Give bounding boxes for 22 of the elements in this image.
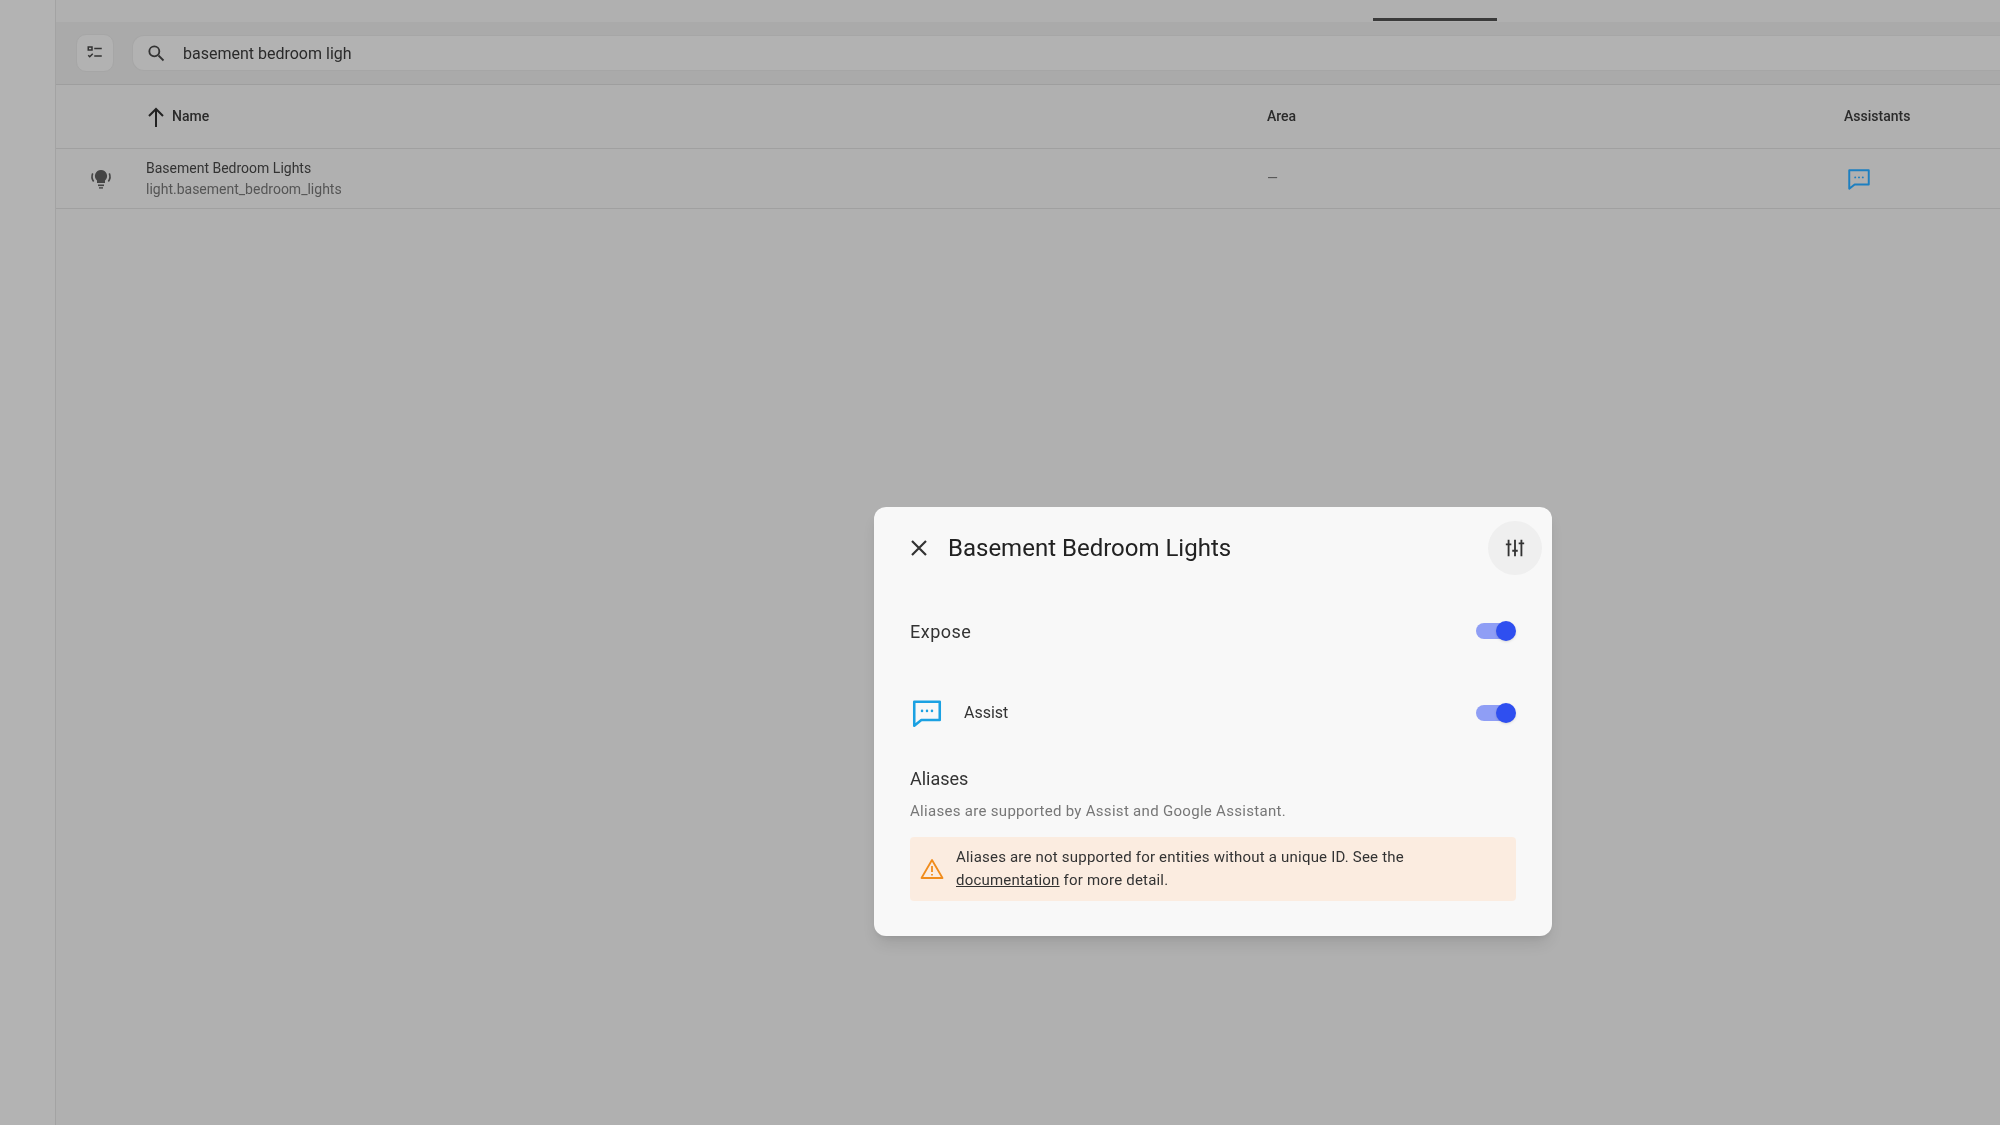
column-header[interactable]: Assistants [1844,106,1911,127]
column-header[interactable]: Area [1267,106,1297,127]
dialog-title: Basement Bedroom Lights [948,533,1233,564]
entity-name: Basement Bedroom Lights [146,158,313,178]
aliases-heading: Aliases [910,767,970,791]
sliders-icon [1504,537,1526,559]
expose-label: Expose [910,619,972,644]
filter-button[interactable] [76,34,114,72]
warning-icon [920,857,944,880]
close-icon [909,538,929,558]
entity-id: light.basement_bedroom_lights [146,179,343,199]
search-icon [146,43,166,63]
column-header[interactable]: Name [172,106,210,127]
toggle-switch[interactable] [1474,620,1516,642]
warning-text: Aliases are not supported for entities without a unique ID. See the documentation for more detail. [956,846,1404,891]
assistant-label: Assist [964,702,1010,724]
documentation-link[interactable]: documentation [956,870,1060,889]
lightbulb-icon [89,167,113,190]
search-field[interactable]: basement bedroom ligh [132,35,2000,71]
aliases-description: Aliases are supported by Assist and Google Assistant. [910,801,1287,822]
toggle-switch[interactable] [1474,702,1516,724]
area-cell-text: — [1267,169,1279,188]
